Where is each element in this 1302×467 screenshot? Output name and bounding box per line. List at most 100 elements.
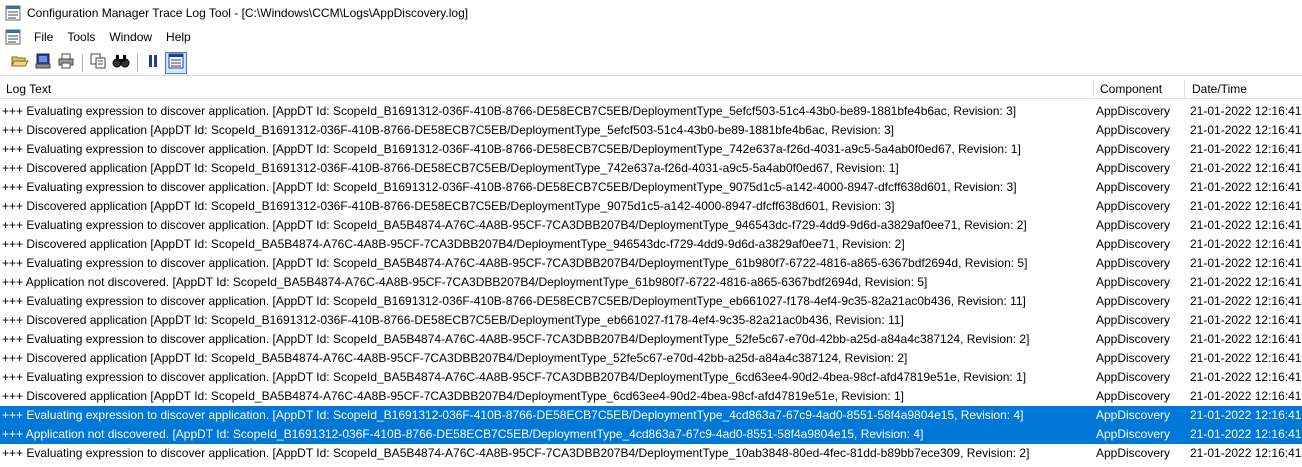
component-cell: AppDiscovery [1096,142,1171,156]
log-text-cell: +++ Application not discovered. [AppDT I… [2,427,924,441]
log-table: Log Text Component Date/Time +++ Evaluat… [0,80,1302,467]
log-text-cell: +++ Application not discovered. [AppDT I… [2,275,928,289]
datetime-cell: 21-01-2022 12:16:41 [1190,123,1302,137]
component-cell: AppDiscovery [1096,256,1171,270]
highlight-button[interactable] [165,51,187,74]
toolbar-separator [82,53,83,72]
component-cell: AppDiscovery [1096,161,1171,175]
log-text-cell: +++ Discovered application [AppDT Id: Sc… [2,313,904,327]
menu-tools[interactable]: Tools [60,27,102,47]
component-cell: AppDiscovery [1096,104,1171,118]
datetime-cell: 21-01-2022 12:16:41 [1190,332,1302,346]
table-row[interactable]: +++ Evaluating expression to discover ap… [0,140,1302,159]
component-cell: AppDiscovery [1096,446,1171,460]
table-row[interactable]: +++ Evaluating expression to discover ap… [0,406,1302,425]
table-row[interactable]: +++ Discovered application [AppDT Id: Sc… [0,349,1302,368]
datetime-cell: 21-01-2022 12:16:41 [1190,237,1302,251]
component-cell: AppDiscovery [1096,237,1171,251]
table-row[interactable]: +++ Evaluating expression to discover ap… [0,368,1302,387]
log-text-cell: +++ Evaluating expression to discover ap… [2,370,1027,384]
toolbar-separator [137,53,138,72]
table-row[interactable]: +++ Discovered application [AppDT Id: Sc… [0,387,1302,406]
component-cell: AppDiscovery [1096,313,1171,327]
component-cell: AppDiscovery [1096,351,1171,365]
pause-button[interactable] [142,52,164,74]
log-text-cell: +++ Evaluating expression to discover ap… [2,256,1028,270]
datetime-cell: 21-01-2022 12:16:41 [1190,218,1302,232]
find-icon [112,53,130,72]
menu-window[interactable]: Window [102,27,159,47]
print-icon [58,53,74,72]
datetime-cell: 21-01-2022 12:16:41 [1190,294,1302,308]
datetime-cell: 21-01-2022 12:16:41 [1190,142,1302,156]
table-row[interactable]: +++ Evaluating expression to discover ap… [0,102,1302,121]
highlight-icon [168,53,184,72]
table-row[interactable]: +++ Evaluating expression to discover ap… [0,292,1302,311]
table-row[interactable]: +++ Application not discovered. [AppDT I… [0,273,1302,292]
log-text-cell: +++ Evaluating expression to discover ap… [2,408,1024,422]
log-text-cell: +++ Discovered application [AppDT Id: Sc… [2,351,908,365]
column-header-datetime[interactable]: Date/Time [1186,80,1302,99]
log-text-cell: +++ Evaluating expression to discover ap… [2,294,1026,308]
copy-button[interactable] [87,52,109,74]
table-row[interactable]: +++ Application not discovered. [AppDT I… [0,425,1302,444]
component-cell: AppDiscovery [1096,180,1171,194]
datetime-cell: 21-01-2022 12:16:41 [1190,370,1302,384]
log-text-cell: +++ Evaluating expression to discover ap… [2,180,1017,194]
component-cell: AppDiscovery [1096,294,1171,308]
menu-help[interactable]: Help [159,27,198,47]
log-text-cell: +++ Discovered application [AppDT Id: Sc… [2,199,895,213]
component-cell: AppDiscovery [1096,218,1171,232]
table-row[interactable]: +++ Discovered application [AppDT Id: Sc… [0,159,1302,178]
log-text-cell: +++ Discovered application [AppDT Id: Sc… [2,161,899,175]
log-text-cell: +++ Discovered application [AppDT Id: Sc… [2,237,905,251]
datetime-cell: 21-01-2022 12:16:41 [1190,351,1302,365]
datetime-cell: 21-01-2022 12:16:41 [1190,427,1302,441]
datetime-cell: 21-01-2022 12:16:41 [1190,161,1302,175]
datetime-cell: 21-01-2022 12:16:41 [1190,446,1302,460]
pause-icon [145,53,161,72]
table-row[interactable]: +++ Evaluating expression to discover ap… [0,254,1302,273]
column-header-log-text[interactable]: Log Text [0,80,1094,99]
log-text-cell: +++ Discovered application [AppDT Id: Sc… [2,389,905,403]
datetime-cell: 21-01-2022 12:16:41 [1190,180,1302,194]
datetime-cell: 21-01-2022 12:16:41 [1190,275,1302,289]
print-button[interactable] [55,52,77,74]
window-title: Configuration Manager Trace Log Tool - [… [27,6,469,20]
datetime-cell: 21-01-2022 12:16:41 [1190,389,1302,403]
table-body: +++ Evaluating expression to discover ap… [0,102,1302,463]
table-row[interactable]: +++ Discovered application [AppDT Id: Sc… [0,197,1302,216]
title-bar: Configuration Manager Trace Log Tool - [… [0,0,1302,26]
log-text-cell: +++ Evaluating expression to discover ap… [2,142,1021,156]
table-row[interactable]: +++ Evaluating expression to discover ap… [0,444,1302,463]
component-cell: AppDiscovery [1096,199,1171,213]
log-text-cell: +++ Evaluating expression to discover ap… [2,332,1030,346]
datetime-cell: 21-01-2022 12:16:41 [1190,313,1302,327]
table-row[interactable]: +++ Evaluating expression to discover ap… [0,178,1302,197]
table-row[interactable]: +++ Discovered application [AppDT Id: Sc… [0,121,1302,140]
menu-file[interactable]: File [27,27,60,47]
log-text-cell: +++ Evaluating expression to discover ap… [2,104,1017,118]
table-row[interactable]: +++ Evaluating expression to discover ap… [0,330,1302,349]
column-header-component[interactable]: Component [1094,80,1185,99]
component-cell: AppDiscovery [1096,123,1171,137]
table-row[interactable]: +++ Discovered application [AppDT Id: Sc… [0,235,1302,254]
toolbar [0,50,1302,76]
table-row[interactable]: +++ Discovered application [AppDT Id: Sc… [0,311,1302,330]
table-row[interactable]: +++ Evaluating expression to discover ap… [0,216,1302,235]
datetime-cell: 21-01-2022 12:16:41 [1190,104,1302,118]
document-icon[interactable] [5,29,21,45]
open-button[interactable] [9,52,31,74]
component-cell: AppDiscovery [1096,408,1171,422]
open-icon [11,53,29,72]
log-text-cell: +++ Evaluating expression to discover ap… [2,446,1030,460]
log-text-cell: +++ Discovered application [AppDT Id: Sc… [2,123,895,137]
log-text-cell: +++ Evaluating expression to discover ap… [2,218,1027,232]
print-preview-icon [35,53,51,72]
component-cell: AppDiscovery [1096,332,1171,346]
print-preview-button[interactable] [32,52,54,74]
find-button[interactable] [110,52,132,74]
component-cell: AppDiscovery [1096,370,1171,384]
component-cell: AppDiscovery [1096,275,1171,289]
component-cell: AppDiscovery [1096,389,1171,403]
